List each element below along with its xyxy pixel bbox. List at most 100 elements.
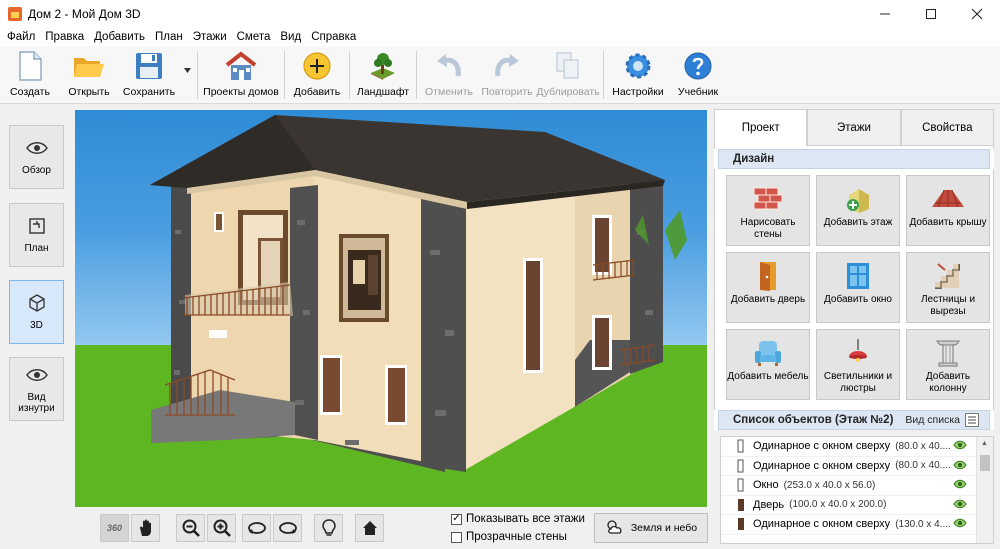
create-button[interactable]: Создать — [0, 46, 60, 104]
floppy-icon — [132, 51, 166, 81]
menu-edit[interactable]: Правка — [40, 31, 89, 43]
add-button[interactable]: Добавить — [288, 46, 346, 104]
eye-icon — [25, 138, 48, 158]
pan-button[interactable] — [131, 514, 160, 542]
list-item[interactable]: Окно (253.0 x 40.0 x 56.0) — [721, 476, 993, 496]
redo-label: Повторить — [481, 86, 533, 98]
home-view-button[interactable] — [355, 514, 384, 542]
lighting-button[interactable] — [314, 514, 343, 542]
rotate-right-button[interactable] — [273, 514, 302, 542]
view-3d-button[interactable]: 3D — [9, 280, 64, 344]
cloud-sun-icon — [605, 519, 625, 538]
stairs-cutouts-button[interactable]: Лестницы и вырезы — [906, 252, 990, 323]
list-view-label: Вид списка — [905, 414, 960, 426]
add-furniture-button[interactable]: Добавить мебель — [726, 329, 810, 400]
menu-file[interactable]: Файл — [2, 31, 40, 43]
toolbar-separator — [197, 51, 198, 99]
earth-sky-button[interactable]: Земля и небо — [594, 513, 708, 543]
tab-properties[interactable]: Свойства — [900, 109, 994, 146]
view-inside-label: Вид изнутри — [18, 391, 55, 414]
eye-icon[interactable] — [953, 460, 967, 470]
tutorial-button[interactable]: Учебник — [669, 46, 727, 104]
close-button[interactable] — [954, 0, 1000, 27]
draw-walls-button[interactable]: Нарисовать стены — [726, 175, 810, 246]
design-section-header: Дизайн — [718, 149, 990, 169]
view-overview-button[interactable]: Обзор — [9, 125, 64, 189]
add-roof-button[interactable]: Добавить крышу — [906, 175, 990, 246]
tab-floors[interactable]: Этажи — [807, 109, 901, 146]
list-item[interactable]: Одинарное с окном сверху (80.0 x 40.... — [721, 457, 993, 476]
rotate-360-button[interactable]: 360 — [100, 514, 129, 542]
object-dims: (80.0 x 40.... — [895, 460, 951, 472]
add-window-button[interactable]: Добавить окно — [816, 252, 900, 323]
object-name: Одинарное с окном сверху — [753, 440, 891, 453]
landscape-button[interactable]: Ландшафт — [353, 46, 413, 104]
window-item-icon — [737, 478, 744, 492]
redo-button[interactable]: Повторить — [478, 46, 536, 104]
create-label: Создать — [10, 86, 50, 98]
undo-button[interactable]: Отменить — [420, 46, 478, 104]
title-bar: Дом 2 - Мой Дом 3D — [0, 0, 1000, 27]
show-all-floors-checkbox[interactable]: ✓ Показывать все этажи — [451, 513, 585, 525]
zoom-out-button[interactable] — [176, 514, 205, 542]
rotate-left-icon — [247, 522, 266, 534]
door-item-icon — [738, 518, 744, 531]
menu-help[interactable]: Справка — [306, 31, 361, 43]
undo-icon — [432, 51, 466, 81]
minimize-button[interactable] — [862, 0, 908, 27]
settings-label: Настройки — [612, 86, 664, 98]
list-view-toggle[interactable]: Вид списка — [905, 413, 979, 427]
add-column-button[interactable]: Добавить колонну — [906, 329, 990, 400]
tab-project[interactable]: Проект — [714, 109, 808, 146]
scroll-up-icon[interactable]: ▲ — [981, 440, 988, 447]
view-overview-label: Обзор — [22, 165, 51, 176]
open-button[interactable]: Открыть — [60, 46, 118, 104]
door-icon — [751, 261, 785, 291]
view-inside-button[interactable]: Вид изнутри — [9, 357, 64, 421]
transparent-walls-checkbox[interactable]: Прозрачные стены — [451, 531, 567, 543]
save-button[interactable]: Сохранить — [118, 46, 180, 104]
object-list: Одинарное с окном сверху (80.0 x 40.... … — [720, 436, 994, 544]
earth-sky-label: Земля и небо — [630, 522, 698, 534]
menu-estimate[interactable]: Смета — [232, 31, 276, 43]
zoom-in-button[interactable] — [207, 514, 236, 542]
zoom-out-icon — [182, 519, 200, 537]
view-plan-button[interactable]: План — [9, 203, 64, 267]
eye-icon[interactable] — [953, 479, 967, 489]
home-icon — [362, 521, 377, 535]
maximize-icon — [926, 8, 936, 19]
list-item[interactable]: Одинарное с окном сверху (130.0 x 4.... — [721, 515, 993, 535]
menu-add[interactable]: Добавить — [89, 31, 150, 43]
house-projects-button[interactable]: Проекты домов — [201, 46, 281, 104]
list-item[interactable]: Одинарное с окном сверху (80.0 x 40.... — [721, 437, 993, 457]
maximize-button[interactable] — [908, 0, 954, 27]
duplicate-icon — [551, 51, 585, 81]
menu-floors[interactable]: Этажи — [188, 31, 232, 43]
scroll-thumb[interactable] — [980, 455, 990, 471]
redo-icon — [490, 51, 524, 81]
toolbar-separator — [349, 51, 350, 99]
house-icon — [224, 51, 258, 81]
settings-button[interactable]: Настройки — [607, 46, 669, 104]
lamps-chandeliers-button[interactable]: Светильники и люстры — [816, 329, 900, 400]
3d-viewport[interactable] — [75, 110, 707, 507]
save-dropdown[interactable] — [180, 46, 194, 104]
eye-icon[interactable] — [953, 499, 967, 509]
show-all-floors-label: Показывать все этажи — [466, 513, 585, 525]
object-dims: (80.0 x 40.... — [895, 440, 951, 452]
list-item[interactable]: Дверь (100.0 x 40.0 x 200.0) — [721, 496, 993, 515]
rotate-left-button[interactable] — [242, 514, 271, 542]
add-door-button[interactable]: Добавить дверь — [726, 252, 810, 323]
duplicate-label: Дублировать — [536, 86, 600, 98]
object-name: Окно — [753, 479, 779, 492]
stairs-cutouts-label: Лестницы и вырезы — [920, 294, 976, 317]
menu-plan[interactable]: План — [150, 31, 188, 43]
eye-icon[interactable] — [953, 518, 967, 528]
lamp-icon — [841, 338, 875, 368]
add-floor-button[interactable]: Добавить этаж — [816, 175, 900, 246]
menu-view[interactable]: Вид — [275, 31, 306, 43]
list-scrollbar[interactable]: ▲ — [976, 437, 993, 543]
add-roof-label: Добавить крышу — [909, 217, 987, 228]
eye-icon[interactable] — [953, 440, 967, 450]
duplicate-button[interactable]: Дублировать — [536, 46, 600, 104]
